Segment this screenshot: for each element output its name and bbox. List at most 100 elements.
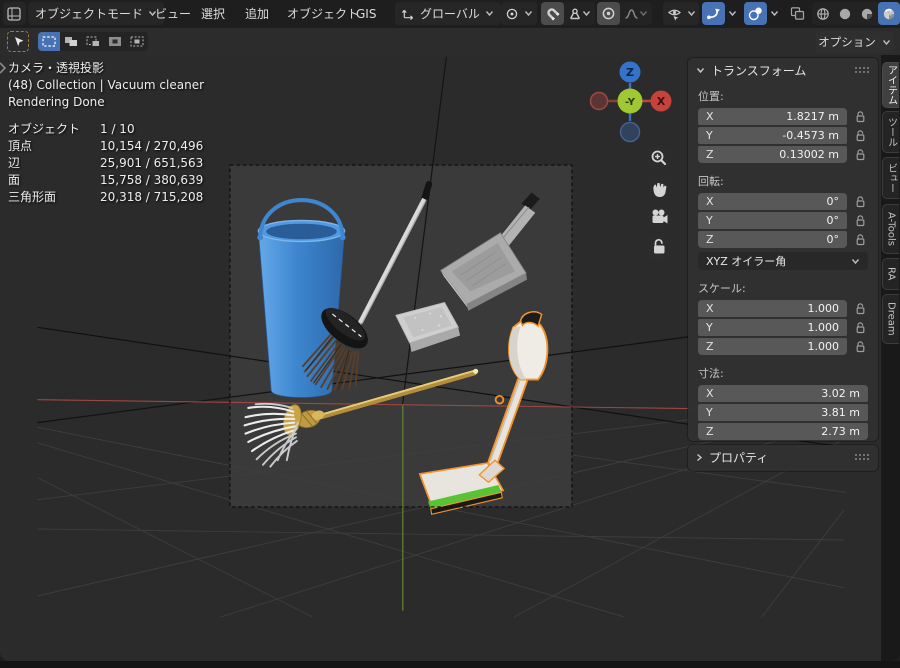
falloff-curve-icon xyxy=(624,7,639,21)
toolbar-expand-arrow[interactable] xyxy=(0,61,7,75)
overlays-options-dropdown[interactable] xyxy=(767,2,782,25)
lock-view-button[interactable] xyxy=(646,235,672,261)
pivot-point-dropdown[interactable] xyxy=(501,2,537,25)
scale-z-lock[interactable] xyxy=(852,341,868,353)
orientation-label: グローバル xyxy=(420,5,480,22)
location-y-lock[interactable] xyxy=(852,130,868,142)
stat-triangles: 三角形面20,318 / 715,208 xyxy=(8,189,204,206)
eye-cursor-icon xyxy=(667,7,682,21)
gizmo-neg-z-ball[interactable] xyxy=(621,123,640,142)
gizmo-neg-y-ball[interactable]: -Y xyxy=(618,89,643,114)
dimensions-y-field[interactable]: Y3.81 m xyxy=(698,404,868,421)
tab-tool[interactable]: ツール xyxy=(882,111,899,153)
location-x-field[interactable]: X1.8217 m xyxy=(698,108,847,125)
mode-label: オブジェクトモード xyxy=(35,5,143,22)
options-dropdown[interactable]: オプション xyxy=(816,31,893,53)
rotation-y-field[interactable]: Y0° xyxy=(698,212,847,229)
cursor-icon xyxy=(12,35,25,48)
tab-ra[interactable]: RA xyxy=(882,258,899,290)
snap-toggle-button[interactable] xyxy=(541,2,564,25)
scale-y-field[interactable]: Y1.000 xyxy=(698,319,847,336)
properties-panel: プロパティ xyxy=(688,445,878,471)
location-z-lock[interactable] xyxy=(852,149,868,161)
collection-name: (48) Collection | Vacuum cleaner xyxy=(8,77,204,94)
mode-dropdown[interactable]: オブジェクトモード xyxy=(28,2,164,25)
scale-z-field[interactable]: Z1.000 xyxy=(698,338,847,355)
scale-y-lock[interactable] xyxy=(852,322,868,334)
shading-solid-button[interactable] xyxy=(834,2,856,25)
tab-view[interactable]: ビュー xyxy=(882,157,899,199)
transform-panel-header[interactable]: トランスフォーム xyxy=(688,58,878,82)
transform-orientation-dropdown[interactable]: グローバル xyxy=(395,2,501,25)
chevron-right-icon xyxy=(696,453,703,462)
proportional-falloff-dropdown[interactable] xyxy=(620,2,652,25)
scale-x-lock[interactable] xyxy=(852,303,868,315)
gizmo-options-dropdown[interactable] xyxy=(725,2,740,25)
select-mode-subtract-button[interactable] xyxy=(82,32,104,51)
tab-item[interactable]: アイテム xyxy=(882,62,899,108)
rotation-z-lock[interactable] xyxy=(852,234,868,246)
rotation-z-row: Z0° xyxy=(698,231,868,248)
chevron-down-icon xyxy=(886,10,895,17)
tab-dream[interactable]: Dream xyxy=(882,294,899,344)
location-x-lock[interactable] xyxy=(852,111,868,123)
rotation-mode-dropdown[interactable]: XYZ オイラー角 xyxy=(698,252,868,270)
proportional-circle-icon xyxy=(601,6,616,21)
xray-toggle[interactable] xyxy=(786,2,809,25)
zoom-button[interactable] xyxy=(646,145,672,171)
menu-gis[interactable]: GIS xyxy=(349,2,383,25)
dimensions-x-field[interactable]: X3.02 m xyxy=(698,385,868,402)
properties-panel-header[interactable]: プロパティ xyxy=(688,445,878,469)
transform-title: トランスフォーム xyxy=(711,62,806,79)
menu-select[interactable]: 選択 xyxy=(194,2,232,25)
gizmo-x-ball[interactable]: X xyxy=(651,91,672,112)
rotation-x-field[interactable]: X0° xyxy=(698,193,847,210)
editor-type-button[interactable] xyxy=(3,2,26,25)
options-label: オプション xyxy=(818,34,876,50)
select-extend-icon xyxy=(64,36,78,47)
stat-vertices: 頂点10,154 / 270,496 xyxy=(8,138,204,155)
show-gizmo-toggle[interactable] xyxy=(702,2,725,25)
viewport-3d[interactable]: カメラ・透視投影 (48) Collection | Vacuum cleane… xyxy=(0,55,900,661)
gizmo-neg-x-ball[interactable] xyxy=(591,93,608,110)
shading-material-button[interactable] xyxy=(856,2,878,25)
menu-view[interactable]: ビュー xyxy=(148,2,198,25)
select-mode-new-button[interactable] xyxy=(38,32,60,51)
properties-title: プロパティ xyxy=(709,449,768,466)
dimensions-z-field[interactable]: Z2.73 m xyxy=(698,423,868,440)
select-new-icon xyxy=(42,36,56,47)
topbar-overflow-chevron[interactable] xyxy=(886,2,900,25)
select-mode-intersect-button[interactable] xyxy=(126,32,148,51)
select-mode-invert-button[interactable] xyxy=(104,32,126,51)
visibility-dropdown[interactable] xyxy=(663,2,699,25)
location-z-field[interactable]: Z0.13002 m xyxy=(698,146,847,163)
drag-handle-icon[interactable] xyxy=(854,453,870,461)
select-subtract-icon xyxy=(86,36,100,47)
tool-settings-bar: オプション xyxy=(0,28,900,55)
gizmo-z-ball[interactable]: Z xyxy=(620,62,641,83)
proportional-edit-group xyxy=(597,2,652,25)
scale-x-field[interactable]: X1.000 xyxy=(698,300,847,317)
shading-wireframe-button[interactable] xyxy=(812,2,834,25)
rotation-x-lock[interactable] xyxy=(852,196,868,208)
menu-add[interactable]: 追加 xyxy=(238,2,276,25)
pan-button[interactable] xyxy=(646,175,672,201)
active-tool-tweak-button[interactable] xyxy=(7,31,29,52)
svg-text:Z: Z xyxy=(626,66,634,79)
drag-handle-icon[interactable] xyxy=(854,66,870,74)
scale-label: スケール: xyxy=(698,280,868,296)
camera-view-button[interactable] xyxy=(646,205,672,231)
rotation-y-lock[interactable] xyxy=(852,215,868,227)
chevron-down-icon xyxy=(728,10,737,17)
window-bottom-edge xyxy=(0,661,900,668)
tab-a-tools[interactable]: A-Tools xyxy=(882,204,899,254)
chevron-down-icon xyxy=(851,258,860,265)
snap-settings-dropdown[interactable] xyxy=(564,2,595,25)
dimensions-z-row: Z2.73 m xyxy=(698,423,868,440)
show-overlays-toggle[interactable] xyxy=(744,2,767,25)
rotation-z-field[interactable]: Z0° xyxy=(698,231,847,248)
chevron-down-icon xyxy=(770,10,779,17)
select-mode-extend-button[interactable] xyxy=(60,32,82,51)
proportional-edit-toggle[interactable] xyxy=(597,2,620,25)
location-y-field[interactable]: Y-0.4573 m xyxy=(698,127,847,144)
